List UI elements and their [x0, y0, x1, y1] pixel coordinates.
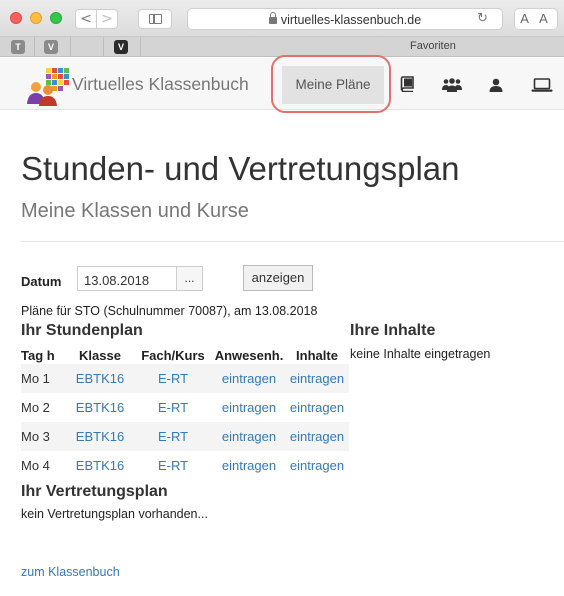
- fach-link[interactable]: E-RT: [158, 458, 188, 473]
- table-header-row: Tag h Klasse Fach/Kurs Anwesenh. Inhalte: [21, 346, 349, 364]
- col-tag: Tag h: [21, 347, 55, 363]
- forward-button[interactable]: >: [96, 9, 118, 29]
- sidebar-toggle-button[interactable]: [138, 9, 172, 29]
- klasse-link[interactable]: EBTK16: [76, 400, 124, 415]
- chevron-left-icon: <: [80, 11, 92, 27]
- col-anwesenheit: Anwesenh.: [214, 347, 284, 363]
- fach-link[interactable]: E-RT: [158, 429, 188, 444]
- fach-link[interactable]: E-RT: [158, 400, 188, 415]
- user-icon[interactable]: [489, 78, 503, 92]
- anwesenheit-link[interactable]: eintragen: [222, 429, 276, 444]
- cell-tag: Mo 3: [21, 422, 67, 451]
- table-row: Mo 4 EBTK16 E-RT eintragen eintragen: [21, 451, 349, 480]
- inhalte-heading: Ihre Inhalte: [350, 322, 436, 339]
- klasse-link[interactable]: EBTK16: [76, 429, 124, 444]
- date-picker-button[interactable]: ...: [176, 266, 203, 291]
- address-bar[interactable]: virtuelles-klassenbuch.de ↻: [187, 8, 503, 30]
- tab-t[interactable]: T: [11, 40, 25, 54]
- inhalte-link[interactable]: eintragen: [290, 429, 344, 444]
- stundenplan-heading: Ihr Stundenplan: [21, 322, 143, 339]
- table-row: Mo 3 EBTK16 E-RT eintragen eintragen: [21, 422, 349, 451]
- inhalte-text: keine Inhalte eingetragen: [350, 347, 491, 361]
- klasse-link[interactable]: EBTK16: [76, 458, 124, 473]
- col-inhalte: Inhalte: [296, 347, 338, 363]
- anwesenheit-link[interactable]: eintragen: [222, 400, 276, 415]
- zoom-window-button[interactable]: [50, 12, 62, 24]
- table-row: Mo 1 EBTK16 E-RT eintragen eintragen: [21, 364, 349, 393]
- klassenbuch-link[interactable]: zum Klassenbuch: [21, 565, 120, 579]
- laptop-icon[interactable]: [531, 78, 553, 92]
- sidebar-icon: [149, 14, 162, 24]
- col-fach: Fach/Kurs: [141, 347, 205, 363]
- chevron-right-icon: >: [101, 11, 113, 27]
- lock-icon: [268, 12, 277, 25]
- tab-v-active[interactable]: V: [114, 40, 128, 54]
- stundenplan-table: Tag h Klasse Fach/Kurs Anwesenh. Inhalte…: [21, 346, 349, 480]
- highlight-annotation: [271, 55, 391, 113]
- tab-v[interactable]: V: [44, 40, 58, 54]
- favorites-bar: T V V Favoriten: [0, 37, 564, 57]
- browser-titlebar: < > virtuelles-klassenbuch.de ↻ A A: [0, 0, 564, 37]
- vertretungsplan-text: kein Vertretungsplan vorhanden...: [21, 507, 208, 521]
- fach-link[interactable]: E-RT: [158, 371, 188, 386]
- plan-info: Pläne für STO (Schulnummer 70087), am 13…: [21, 304, 318, 318]
- klasse-link[interactable]: EBTK16: [76, 371, 124, 386]
- brand-name[interactable]: Virtuelles Klassenbuch: [72, 74, 249, 95]
- inhalte-link[interactable]: eintragen: [290, 400, 344, 415]
- book-icon[interactable]: [400, 76, 414, 92]
- inhalte-link[interactable]: eintragen: [290, 371, 344, 386]
- cell-tag: Mo 1: [21, 364, 67, 393]
- cell-tag: Mo 4: [21, 458, 50, 473]
- close-window-button[interactable]: [10, 12, 22, 24]
- favorites-label[interactable]: Favoriten: [410, 40, 456, 52]
- date-label: Datum: [21, 274, 62, 289]
- col-klasse: Klasse: [79, 347, 121, 363]
- anwesenheit-link[interactable]: eintragen: [222, 371, 276, 386]
- minimize-window-button[interactable]: [30, 12, 42, 24]
- back-button[interactable]: <: [75, 9, 97, 29]
- page-subtitle: Meine Klassen und Kurse: [21, 200, 249, 222]
- page-title: Stunden- und Vertretungsplan: [21, 150, 460, 187]
- cell-tag: Mo 2: [21, 400, 50, 415]
- reload-icon[interactable]: ↻: [477, 11, 488, 26]
- date-input[interactable]: [77, 266, 177, 291]
- group-icon[interactable]: [442, 78, 462, 92]
- anwesenheit-link[interactable]: eintragen: [222, 458, 276, 473]
- vertretungsplan-heading: Ihr Vertretungsplan: [21, 483, 168, 500]
- table-row: Mo 2 EBTK16 E-RT eintragen eintragen: [21, 393, 349, 422]
- show-button[interactable]: anzeigen: [243, 265, 313, 291]
- logo-icon[interactable]: [26, 66, 72, 106]
- text-size-button[interactable]: A A: [514, 8, 558, 30]
- url-text: virtuelles-klassenbuch.de: [280, 13, 422, 27]
- inhalte-link[interactable]: eintragen: [290, 458, 344, 473]
- divider: [21, 241, 564, 242]
